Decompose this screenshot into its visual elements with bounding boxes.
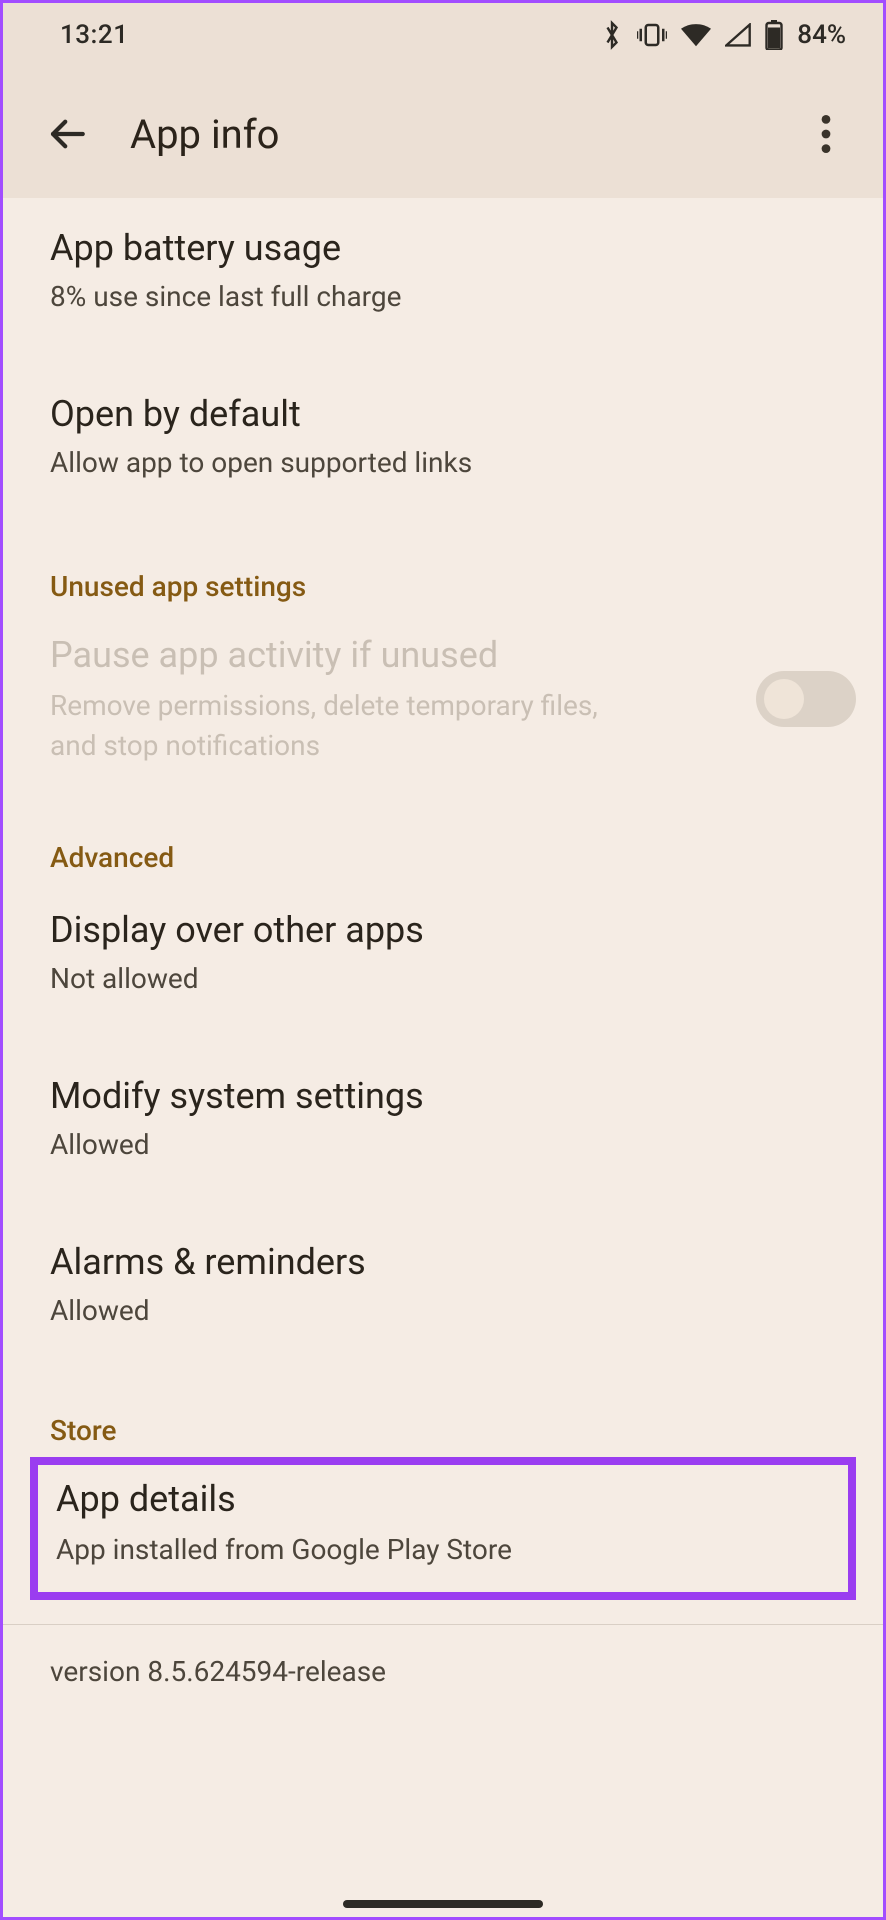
- open-by-default-item[interactable]: Open by default Allow app to open suppor…: [0, 346, 886, 512]
- bluetooth-icon: [601, 20, 623, 50]
- modify-system-settings-item[interactable]: Modify system settings Allowed: [0, 1028, 886, 1194]
- item-subtitle: Allowed: [50, 1291, 836, 1330]
- pause-app-activity-item: Pause app activity if unused Remove perm…: [0, 603, 886, 794]
- status-icons: 84%: [601, 20, 846, 50]
- item-subtitle: App installed from Google Play Store: [56, 1530, 830, 1569]
- item-subtitle: Allowed: [50, 1125, 836, 1164]
- battery-icon: [765, 20, 783, 50]
- overflow-menu-button[interactable]: [796, 104, 856, 164]
- page-title: App info: [130, 111, 796, 158]
- item-title: Display over other apps: [50, 908, 836, 953]
- app-info-screen: 13:21: [0, 0, 886, 1920]
- item-title: Modify system settings: [50, 1074, 836, 1119]
- item-title: Pause app activity if unused: [50, 633, 732, 678]
- vibrate-icon: [637, 22, 667, 48]
- signal-icon: [725, 23, 751, 47]
- app-details-item[interactable]: App details App installed from Google Pl…: [30, 1457, 856, 1599]
- app-battery-usage-item[interactable]: App battery usage 8% use since last full…: [0, 198, 886, 346]
- pause-toggle: [756, 671, 856, 727]
- item-title: App details: [56, 1477, 830, 1522]
- status-bar: 13:21: [0, 0, 886, 70]
- section-store: Store: [0, 1360, 886, 1447]
- settings-list: App battery usage 8% use since last full…: [0, 198, 886, 1920]
- item-title: App battery usage: [50, 226, 836, 271]
- item-title: Open by default: [50, 392, 836, 437]
- section-unused-app-settings: Unused app settings: [0, 512, 886, 603]
- app-version: version 8.5.624594-release: [0, 1625, 886, 1728]
- section-advanced: Advanced: [0, 795, 886, 874]
- item-subtitle: Allow app to open supported links: [50, 443, 836, 482]
- item-subtitle: Remove permissions, delete temporary fil…: [50, 686, 610, 764]
- app-bar: App info: [0, 70, 886, 198]
- item-subtitle: 8% use since last full charge: [50, 277, 836, 316]
- back-button[interactable]: [32, 99, 102, 169]
- battery-percent: 84%: [797, 20, 846, 50]
- navigation-pill[interactable]: [343, 1900, 543, 1908]
- display-over-apps-item[interactable]: Display over other apps Not allowed: [0, 874, 886, 1028]
- wifi-icon: [681, 23, 711, 47]
- item-subtitle: Not allowed: [50, 959, 836, 998]
- item-title: Alarms & reminders: [50, 1240, 836, 1285]
- status-time: 13:21: [60, 20, 128, 50]
- alarms-reminders-item[interactable]: Alarms & reminders Allowed: [0, 1194, 886, 1360]
